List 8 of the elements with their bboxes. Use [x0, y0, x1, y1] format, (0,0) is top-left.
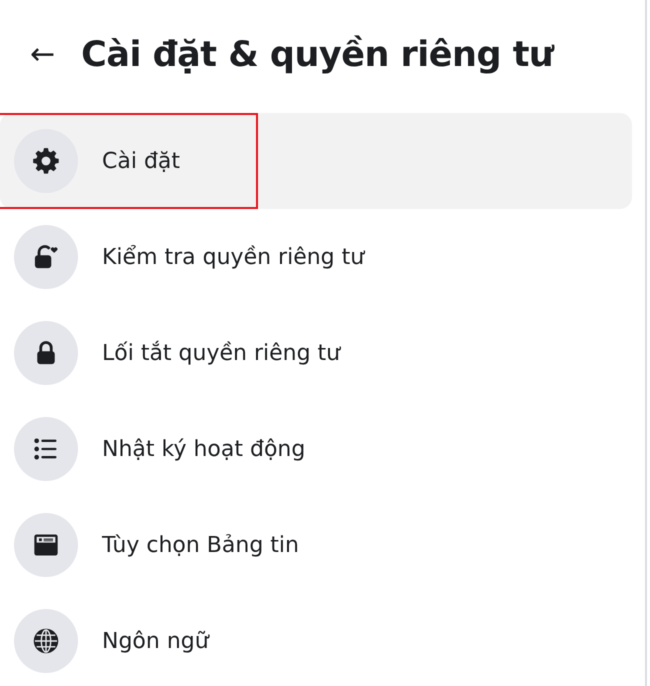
menu-item[interactable]: Lối tắt quyền riêng tư: [0, 305, 632, 401]
menu-item[interactable]: Kiểm tra quyền riêng tư: [0, 209, 632, 305]
menu-item[interactable]: Tùy chọn Bảng tin: [0, 497, 632, 593]
page-title: Cài đặt & quyền riêng tư: [81, 34, 554, 74]
back-button[interactable]: ←: [30, 40, 56, 70]
menu-item[interactable]: Ngôn ngữ: [0, 593, 632, 686]
menu-item[interactable]: Nhật ký hoạt động: [0, 401, 632, 497]
menu-item[interactable]: Cài đặt: [0, 113, 632, 209]
